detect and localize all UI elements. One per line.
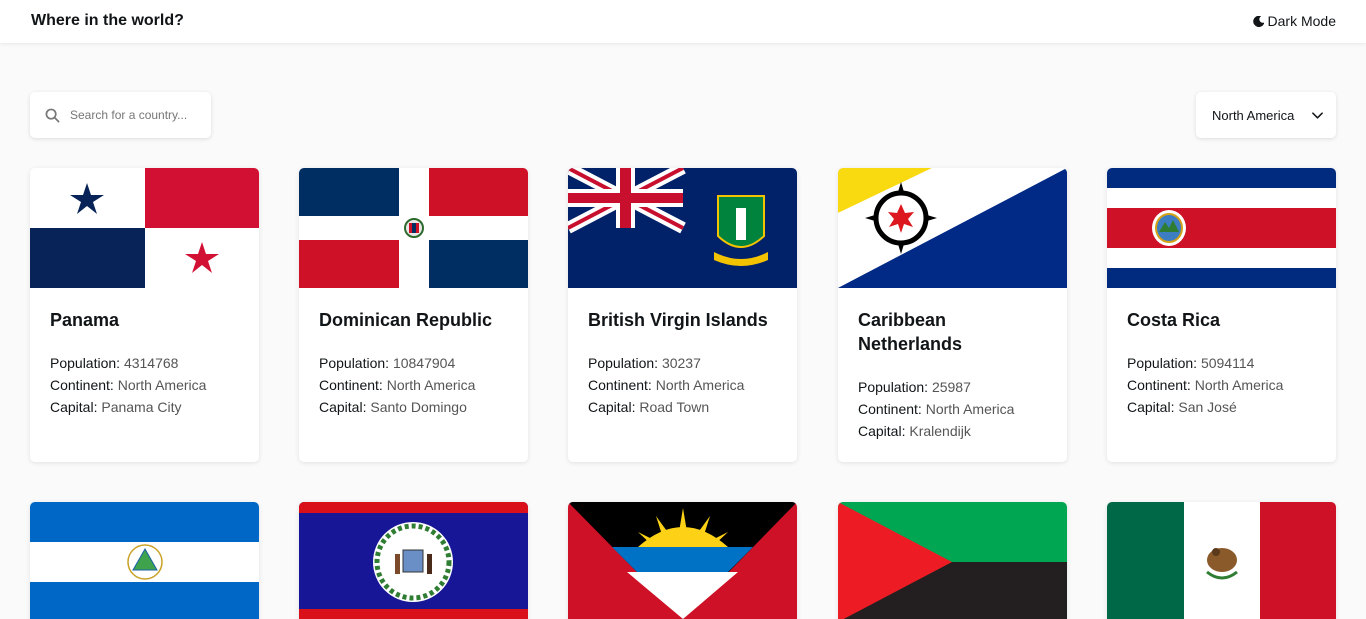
capital-value: Santo Domingo xyxy=(370,399,467,415)
continent-value: North America xyxy=(925,401,1015,417)
country-name: Caribbean Netherlands xyxy=(858,310,963,354)
british-virgin-islands-flag xyxy=(568,168,797,288)
search-input[interactable] xyxy=(70,108,200,122)
country-card[interactable] xyxy=(299,502,528,619)
dominican-republic-flag xyxy=(299,168,528,288)
search-icon xyxy=(45,108,60,122)
continent-value: North America xyxy=(386,377,476,393)
capital-label: Capital: xyxy=(50,399,98,415)
dark-mode-label: Dark Mode xyxy=(1267,13,1336,29)
continent-label: Continent: xyxy=(588,377,652,393)
region-filter[interactable]: North America xyxy=(1196,92,1336,138)
western-sahara-flag xyxy=(838,502,1067,619)
country-card[interactable] xyxy=(1107,502,1336,619)
population-value: 10847904 xyxy=(392,355,456,371)
country-card[interactable]: Costa Rica Population: 5094114 Continent… xyxy=(1107,168,1336,462)
capital-label: Capital: xyxy=(588,399,636,415)
dark-mode-toggle[interactable]: Dark Mode xyxy=(1252,13,1336,29)
continent-label: Continent: xyxy=(319,377,383,393)
country-card[interactable] xyxy=(568,502,797,619)
moon-icon xyxy=(1252,15,1264,27)
country-card[interactable]: British Virgin Islands Population: 30237… xyxy=(568,168,797,462)
capital-value: Kralendijk xyxy=(909,423,971,439)
population-label: Population: xyxy=(1127,355,1198,371)
continent-label: Continent: xyxy=(50,377,114,393)
population-label: Population: xyxy=(319,355,390,371)
population-value: 4314768 xyxy=(123,355,179,371)
capital-value: San José xyxy=(1178,399,1237,415)
belize-flag xyxy=(299,502,528,619)
country-card[interactable]: Dominican Republic Population: 10847904 … xyxy=(299,168,528,462)
mexico-flag xyxy=(1107,502,1336,619)
region-filter-value: North America xyxy=(1212,107,1295,123)
population-label: Population: xyxy=(588,355,659,371)
costa-rica-flag xyxy=(1107,168,1336,288)
capital-value: Road Town xyxy=(639,399,710,415)
country-card[interactable] xyxy=(30,502,259,619)
panama-flag xyxy=(30,168,259,288)
country-name: Dominican Republic xyxy=(319,310,493,330)
country-card[interactable]: Panama Population: 4314768 Continent: No… xyxy=(30,168,259,462)
top-bar: Where in the world? Dark Mode xyxy=(0,0,1366,43)
country-name: British Virgin Islands xyxy=(588,310,768,330)
population-value: 5094114 xyxy=(1200,355,1255,371)
app-title: Where in the world? xyxy=(31,12,184,29)
antigua-and-barbuda-flag xyxy=(568,502,797,619)
continent-label: Continent: xyxy=(858,401,922,417)
population-value: 25987 xyxy=(931,379,971,395)
continent-value: North America xyxy=(1194,377,1284,393)
capital-value: Panama City xyxy=(101,399,182,415)
country-name: Panama xyxy=(50,310,120,330)
country-name: Costa Rica xyxy=(1127,310,1221,330)
capital-label: Capital: xyxy=(1127,399,1175,415)
population-label: Population: xyxy=(50,355,121,371)
caribbean-netherlands-flag xyxy=(838,168,1067,288)
search-box[interactable] xyxy=(30,92,211,138)
population-label: Population: xyxy=(858,379,929,395)
continent-value: North America xyxy=(117,377,207,393)
chevron-down-icon xyxy=(1312,112,1323,119)
continent-label: Continent: xyxy=(1127,377,1191,393)
continent-value: North America xyxy=(655,377,745,393)
capital-label: Capital: xyxy=(858,423,906,439)
country-card[interactable]: Caribbean Netherlands Population: 25987 … xyxy=(838,168,1067,462)
capital-label: Capital: xyxy=(319,399,367,415)
nicaragua-flag xyxy=(30,502,259,619)
population-value: 30237 xyxy=(661,355,701,371)
country-card[interactable] xyxy=(838,502,1067,619)
